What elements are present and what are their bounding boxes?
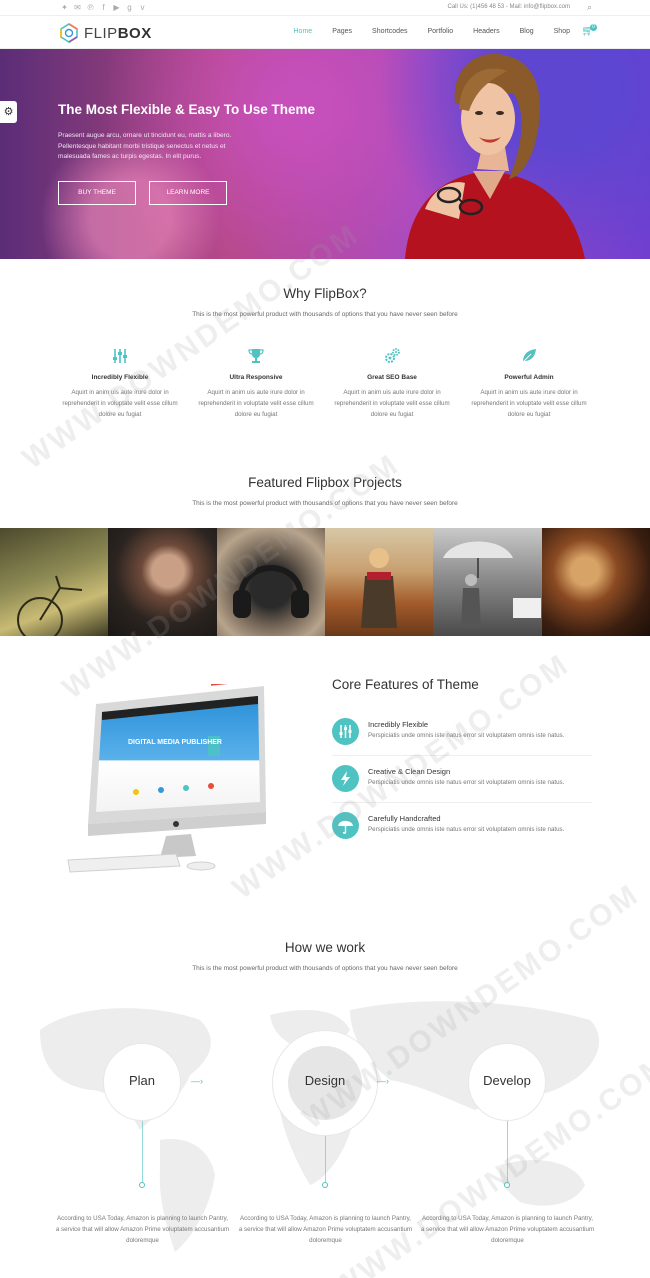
umbrella-image [443,541,542,628]
twitter-icon[interactable]: ✦ [60,3,69,12]
google-plus-icon[interactable]: g [125,3,134,12]
connector-line [325,1136,326,1183]
top-bar: ✦ ✉ ℗ f ▶ g v Call Us: (1)456 48 53 - Ma… [0,0,650,16]
youtube-icon[interactable]: ▶ [112,3,121,12]
why-title: Why FlipBox? [283,286,367,301]
why-item-desc: Aquirt in anim uis aute irure dolor in r… [471,389,587,418]
logo-text: FLIPBOX [84,24,152,42]
core-features-title: Core Features of Theme [332,677,479,692]
core-feature-name: Carefully Handcrafted [368,814,441,823]
why-item-name: Powerful Admin [504,374,554,381]
project-image-autumn[interactable] [324,528,434,636]
bicycle-icon [17,575,83,636]
connector-dot [322,1182,328,1188]
gears-icon [385,348,400,363]
why-item-responsive: Ultra Responsive Aquirt in anim uis aute… [191,348,321,420]
logo-mark-icon [60,23,78,43]
why-item-name: Ultra Responsive [229,374,283,381]
connector-dot [139,1182,145,1188]
core-feature-name: Incredibly Flexible [368,720,429,729]
nav-item-headers[interactable]: Headers [473,28,499,35]
nav-item-shop[interactable]: Shop [554,28,570,35]
why-item-seo: Great SEO Base Aquirt in anim uis aute i… [327,348,457,420]
step-develop-label: Develop [483,1073,531,1088]
main-nav: Home Pages Shortcodes Portfolio Headers … [274,28,571,35]
hero-slider: ⚙ The Most Flexible & Easy To Use Theme … [0,49,650,259]
why-item-desc: Aquirt in anim uis aute irure dolor in r… [334,389,450,418]
nav-item-portfolio[interactable]: Portfolio [427,28,453,35]
hero-title: The Most Flexible & Easy To Use Theme [58,102,316,117]
nav-item-shortcodes[interactable]: Shortcodes [372,28,407,35]
project-image-umbrella[interactable] [433,528,542,636]
cart-count-badge: 0 [590,24,597,31]
project-image-sunset[interactable] [541,528,650,636]
learn-more-button[interactable]: LEARN MORE [149,181,227,205]
trophy-icon [248,349,264,363]
settings-gear-icon[interactable]: ⚙ [0,101,17,123]
why-item-admin: Powerful Admin Aquirt in anim uis aute i… [464,348,594,420]
why-item-desc: Aquirt in anim uis aute irure dolor in r… [198,389,314,418]
hero-text: Praesent augue arcu, ornare ut tincidunt… [58,132,232,160]
autumn-woman-image [360,548,397,628]
sliders-icon [113,349,127,363]
leaf-icon [522,349,536,363]
step-plan-desc: According to USA Today, Amazon is planni… [55,1215,230,1244]
connector-line [142,1121,143,1183]
core-feature-desc: Perspiciatis unde omnis iste natus error… [368,826,565,833]
contact-info: Call Us: (1)456 48 53 - Mail: info@flipb… [447,4,570,10]
hero-woman-image [405,53,585,259]
projects-title: Featured Flipbox Projects [248,475,402,490]
step-plan-label: Plan [128,1073,156,1088]
search-icon[interactable]: ⌕ [587,2,592,13]
facebook-icon[interactable]: f [99,3,108,12]
pinterest-icon[interactable]: ℗ [86,3,95,12]
vimeo-icon[interactable]: v [138,3,147,12]
arrow-right-icon: —› [191,1076,203,1086]
why-subtitle: This is the most powerful product with t… [192,311,458,318]
imac-image: DIGITAL MEDIA PUBLISHER [67,684,266,873]
nav-item-pages[interactable]: Pages [332,28,352,35]
social-links: ✦ ✉ ℗ f ▶ g v [60,3,147,12]
nav-item-blog[interactable]: Blog [520,28,534,35]
logo[interactable]: FLIPBOX [58,22,152,44]
projects-gallery [0,528,650,636]
imac-screen-headline: DIGITAL MEDIA PUBLISHER [128,739,222,746]
mail-icon[interactable]: ✉ [73,3,82,12]
sliders-icon [332,718,359,745]
site-header: FLIPBOX Home Pages Shortcodes Portfolio … [0,16,650,49]
why-item-name: Great SEO Base [367,374,417,381]
project-image-bicycle[interactable] [0,528,109,636]
buy-theme-button[interactable]: BUY THEME [58,181,136,205]
nav-item-home[interactable]: Home [294,28,313,35]
